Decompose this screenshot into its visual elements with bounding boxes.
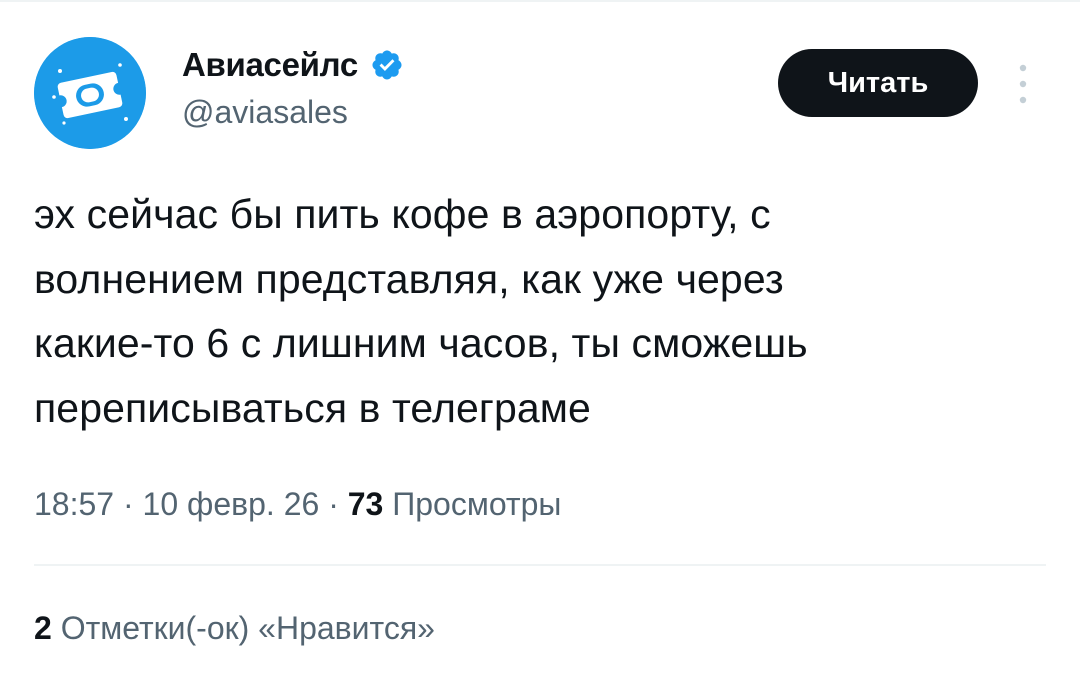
- avatar[interactable]: [34, 37, 146, 149]
- views-label: Просмотры: [392, 486, 562, 522]
- meta-separator: ·: [114, 486, 143, 522]
- likes-count: 2: [34, 610, 52, 646]
- author-block: Авиасейлс @aviasales: [182, 46, 404, 131]
- more-vertical-icon[interactable]: [1008, 58, 1038, 110]
- tweet-time[interactable]: 18:57: [34, 486, 114, 522]
- tweet-text: эх сейчас бы пить кофе в аэропорту, с во…: [34, 191, 808, 431]
- airplane-window-icon: [34, 37, 146, 149]
- tweet-detail: Авиасейлс @aviasales Читать эх сейчас бы…: [0, 0, 1080, 689]
- follow-button[interactable]: Читать: [778, 49, 978, 117]
- tweet-meta: 18:57 · 10 февр. 26 · 73 Просмотры: [34, 486, 561, 523]
- views-count: 73: [347, 486, 384, 522]
- likes-label: Отметки(-ок) «Нравится»: [60, 610, 435, 646]
- likes-link[interactable]: 2 Отметки(-ок) «Нравится»: [34, 610, 435, 647]
- author-handle[interactable]: @aviasales: [182, 94, 404, 131]
- verified-badge-icon: [372, 50, 402, 80]
- divider: [34, 564, 1046, 566]
- author-display-name[interactable]: Авиасейлс: [182, 46, 358, 84]
- meta-separator: ·: [319, 486, 348, 522]
- tweet-date[interactable]: 10 февр. 26: [143, 486, 320, 522]
